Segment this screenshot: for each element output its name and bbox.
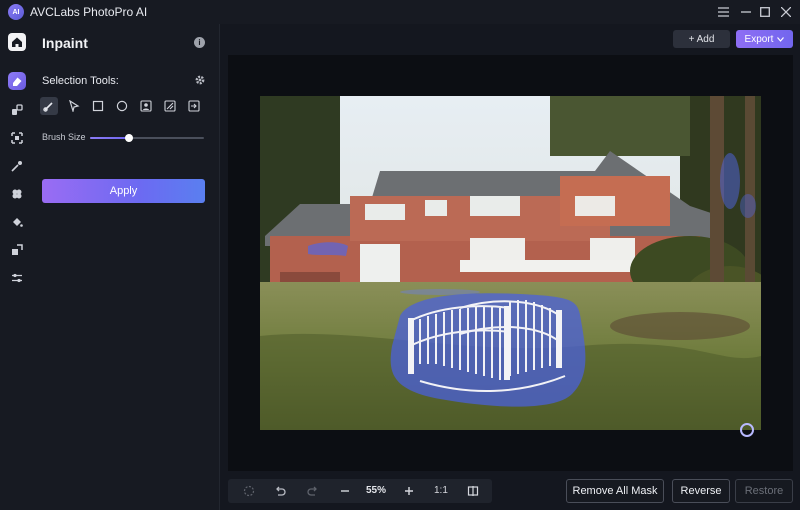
chevron-down-icon (777, 36, 785, 42)
ellipse-select-icon[interactable] (114, 98, 130, 114)
zoom-out-icon[interactable] (338, 484, 352, 498)
maximize-icon[interactable] (756, 3, 774, 21)
lasso-pointer-icon[interactable] (66, 98, 82, 114)
export-label: Export (744, 33, 774, 45)
undo-icon[interactable] (273, 484, 287, 498)
photo-illustration (260, 96, 761, 430)
compare-icon[interactable] (466, 484, 480, 498)
info-icon[interactable]: i (194, 37, 205, 48)
restore-button[interactable]: Restore (735, 479, 793, 503)
brush-size-handle[interactable] (124, 134, 133, 142)
zoom-in-icon[interactable] (402, 484, 416, 498)
rectangle-select-icon[interactable] (90, 98, 106, 114)
panel-title: Inpaint (42, 35, 88, 51)
gear-icon[interactable] (194, 74, 206, 86)
import-mask-icon[interactable] (186, 98, 202, 114)
portrait-select-icon[interactable] (138, 98, 154, 114)
home-icon[interactable] (8, 33, 26, 51)
zoom-level: 55% (366, 485, 387, 496)
view-toolbar: 55% 1:1 (228, 479, 492, 503)
reverse-button[interactable]: Reverse (672, 479, 730, 503)
export-button[interactable]: Export (736, 30, 793, 48)
brush-tool-icon[interactable] (40, 97, 58, 115)
brush-size-label: Brush Size (42, 132, 86, 142)
minimize-icon[interactable] (737, 3, 755, 21)
auto-select-icon[interactable] (162, 98, 178, 114)
inpaint-panel: Inpaint i Selection Tools: Brush Size Ap… (34, 24, 220, 510)
selection-tools (40, 97, 202, 115)
resize-icon[interactable] (9, 242, 25, 258)
brush-size-fill (90, 137, 129, 139)
app-title: AVCLabs PhotoPro AI (30, 5, 148, 19)
menu-icon[interactable] (714, 3, 732, 21)
title-bar: AI AVCLabs PhotoPro AI (0, 0, 800, 24)
close-icon[interactable] (777, 3, 795, 21)
actual-size-button[interactable]: 1:1 (434, 485, 448, 496)
main-area: + Add Export 55% 1:1 Remove All Mask Rev… (221, 24, 800, 510)
remove-all-mask-button[interactable]: Remove All Mask (566, 479, 664, 503)
image-canvas[interactable] (228, 55, 793, 471)
brush-size-slider[interactable] (90, 134, 204, 142)
photo-house-yard[interactable] (260, 96, 761, 430)
adjust-sliders-icon[interactable] (9, 270, 25, 286)
inpaint-eraser-icon[interactable] (8, 72, 26, 90)
apply-button[interactable]: Apply (42, 179, 205, 203)
magic-cutout-icon[interactable] (9, 158, 25, 174)
brush-cursor (740, 423, 754, 437)
redo-icon[interactable] (306, 484, 320, 498)
brush-preview-icon[interactable] (242, 484, 256, 498)
app-logo-icon: AI (8, 4, 24, 20)
icon-rail (0, 24, 34, 510)
face-enhance-icon[interactable] (9, 102, 25, 118)
add-button[interactable]: + Add (673, 30, 730, 48)
upscale-icon[interactable] (9, 130, 25, 146)
colorize-icon[interactable] (9, 186, 25, 202)
selection-tools-label: Selection Tools: (42, 75, 119, 87)
fill-bucket-icon[interactable] (9, 214, 25, 230)
